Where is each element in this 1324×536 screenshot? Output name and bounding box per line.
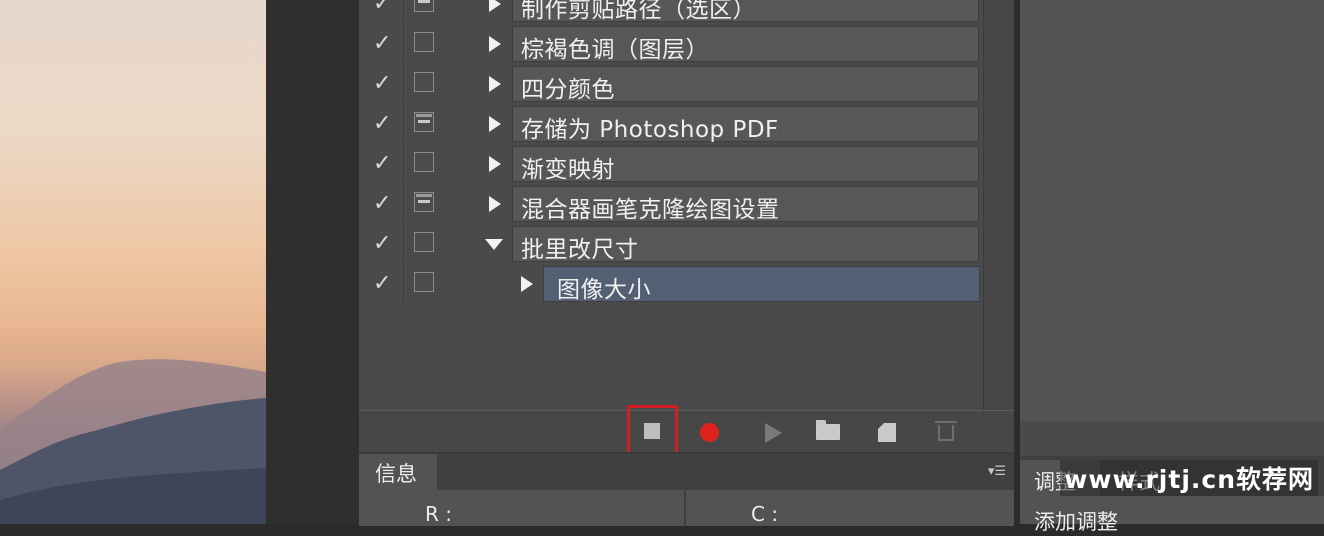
right-panel-footer <box>1020 422 1324 456</box>
dialog-toggle-icon[interactable] <box>414 112 434 132</box>
record-button[interactable] <box>690 411 730 453</box>
actions-list: ✓ 制作剪贴路径（选区） ✓ 棕褐色调（图层） ✓ 四分颜色 ✓ 存储为 Pho… <box>359 0 983 410</box>
delete-button[interactable] <box>925 411 965 453</box>
play-button[interactable] <box>751 411 791 453</box>
checkmark-icon[interactable]: ✓ <box>373 191 391 216</box>
right-panel-top <box>1020 0 1324 422</box>
checkmark-icon[interactable]: ✓ <box>373 31 391 56</box>
expand-arrow-icon[interactable] <box>521 276 533 292</box>
action-label: 四分颜色 <box>521 77 615 103</box>
play-icon <box>765 423 782 443</box>
expand-arrow-icon[interactable] <box>489 116 501 132</box>
dialog-toggle-icon[interactable] <box>414 32 434 52</box>
panel-menu-icon[interactable]: ▾☰ <box>988 464 1006 479</box>
mountain-silhouette <box>0 359 266 524</box>
dialog-toggle-icon[interactable] <box>414 232 434 252</box>
new-action-button[interactable] <box>866 411 906 453</box>
action-row[interactable]: ✓ 棕褐色调（图层） <box>359 24 983 64</box>
tab-info-label: 信息 <box>375 462 417 486</box>
dialog-toggle-icon[interactable] <box>414 152 434 172</box>
action-label: 渐变映射 <box>521 157 615 183</box>
expand-arrow-icon[interactable] <box>489 156 501 172</box>
action-row[interactable]: ✓ 渐变映射 <box>359 144 983 184</box>
divider <box>684 490 686 526</box>
dialog-toggle-icon[interactable] <box>414 72 434 92</box>
dialog-toggle-icon[interactable] <box>414 192 434 212</box>
action-set-row-expanded[interactable]: ✓ 批里改尺寸 <box>359 224 983 264</box>
checkmark-icon[interactable]: ✓ <box>373 0 391 16</box>
checkmark-icon[interactable]: ✓ <box>373 271 391 296</box>
action-row[interactable]: ✓ 制作剪贴路径（选区） <box>359 0 983 24</box>
action-row-selected[interactable]: ✓ 图像大小 <box>359 264 983 304</box>
action-label: 图像大小 <box>557 277 651 303</box>
record-icon <box>700 423 719 442</box>
folder-icon <box>816 420 840 440</box>
info-c-label: C : <box>751 502 779 526</box>
trash-icon <box>935 421 957 441</box>
info-panel: 信息 ▾☰ R : C : <box>359 452 1014 526</box>
action-row[interactable]: ✓ 四分颜色 <box>359 64 983 104</box>
checkmark-icon[interactable]: ✓ <box>373 111 391 136</box>
watermark: www.rjtj.cn软荐网 <box>1060 460 1318 496</box>
stop-button-highlight <box>627 405 678 459</box>
info-r-label: R : <box>425 502 452 526</box>
tab-info[interactable]: 信息 <box>359 454 437 490</box>
expand-arrow-icon[interactable] <box>489 196 501 212</box>
actions-panel: ✓ 制作剪贴路径（选区） ✓ 棕褐色调（图层） ✓ 四分颜色 ✓ 存储为 Pho… <box>359 0 1015 459</box>
expand-arrow-icon[interactable] <box>489 76 501 92</box>
right-dock: 调整 样式 添加调整 <box>1014 0 1324 534</box>
action-row[interactable]: ✓ 存储为 Photoshop PDF <box>359 104 983 144</box>
checkmark-icon[interactable]: ✓ <box>373 231 391 256</box>
dialog-toggle-icon[interactable] <box>414 272 434 292</box>
collapse-arrow-icon[interactable] <box>485 239 503 250</box>
expand-arrow-icon[interactable] <box>489 0 501 12</box>
add-adjustment-label: 添加调整 <box>1034 510 1118 534</box>
actions-toolbar <box>359 405 1014 459</box>
action-label: 混合器画笔克隆绘图设置 <box>521 197 780 223</box>
new-set-button[interactable] <box>809 411 849 453</box>
actions-scrollbar[interactable] <box>983 0 1015 410</box>
action-label: 存储为 Photoshop PDF <box>521 117 779 143</box>
action-label: 批里改尺寸 <box>521 237 639 263</box>
new-action-icon <box>877 422 896 442</box>
adjustments-body: 添加调整 <box>1020 496 1324 534</box>
action-label: 制作剪贴路径（选区） <box>521 0 756 23</box>
info-body: R : C : <box>359 490 1014 526</box>
action-row[interactable]: ✓ 混合器画笔克隆绘图设置 <box>359 184 983 224</box>
canvas-image <box>0 0 266 524</box>
checkmark-icon[interactable]: ✓ <box>373 151 391 176</box>
dialog-toggle-icon[interactable] <box>414 0 434 12</box>
workspace-gutter <box>266 0 360 524</box>
info-tabbar: 信息 ▾☰ <box>359 454 1014 490</box>
expand-arrow-icon[interactable] <box>489 36 501 52</box>
action-label: 棕褐色调（图层） <box>521 37 709 63</box>
checkmark-icon[interactable]: ✓ <box>373 71 391 96</box>
